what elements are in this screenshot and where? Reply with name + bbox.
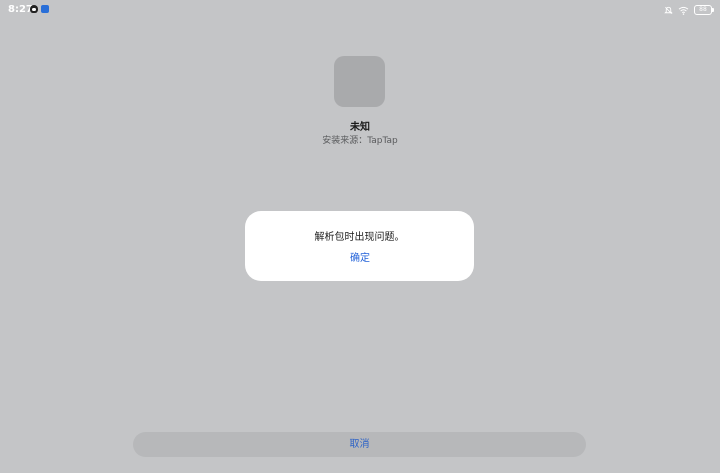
- app-notification-icon: [41, 5, 49, 13]
- status-bar: 8:27 88: [0, 0, 720, 20]
- cancel-button[interactable]: 取消: [133, 432, 586, 457]
- error-dialog: 解析包时出现问题。 确定: [245, 211, 474, 281]
- install-source: 安装来源：TapTap: [322, 136, 398, 146]
- status-right-icons: 88: [664, 5, 714, 15]
- dialog-message: 解析包时出现问题。: [314, 232, 405, 243]
- wifi-icon: [678, 6, 689, 15]
- app-name: 未知: [350, 122, 370, 133]
- battery-icon: 88: [694, 5, 714, 15]
- confirm-button[interactable]: 确定: [329, 251, 391, 267]
- mute-icon: [664, 6, 673, 15]
- app-icon-placeholder: [334, 56, 385, 107]
- qq-icon: [30, 5, 38, 13]
